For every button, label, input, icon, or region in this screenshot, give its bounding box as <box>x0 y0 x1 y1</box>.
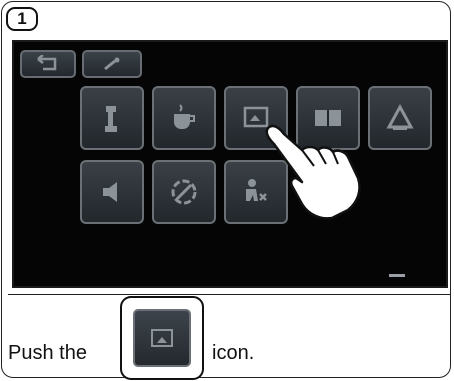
back-icon <box>37 55 57 71</box>
pointing-hand-icon <box>265 124 361 220</box>
divider <box>8 294 450 295</box>
back-button[interactable] <box>20 50 76 78</box>
status-dash <box>389 274 405 277</box>
speaker-button[interactable] <box>80 160 144 224</box>
instruction-panel: 1 Push the icon. <box>1 1 451 380</box>
coffee-button[interactable] <box>152 86 216 150</box>
tool-button[interactable] <box>82 50 142 78</box>
tool-icon <box>104 57 120 71</box>
instruction-text-end: icon. <box>212 342 255 364</box>
phone-icon <box>105 106 117 132</box>
instruction-text-start: Push the <box>8 342 87 364</box>
phone-button[interactable] <box>80 86 144 150</box>
alarm-button[interactable] <box>368 86 432 150</box>
no-disturb-button[interactable] <box>152 160 216 224</box>
speaker-icon <box>103 182 117 202</box>
no-disturb-icon <box>171 179 197 205</box>
step-number-badge: 1 <box>6 7 38 31</box>
picture-frame-icon <box>151 329 173 347</box>
inline-picture-frame-icon <box>120 296 204 380</box>
alarm-icon <box>386 103 414 130</box>
device-screen <box>12 40 448 288</box>
coffee-icon <box>174 104 195 129</box>
